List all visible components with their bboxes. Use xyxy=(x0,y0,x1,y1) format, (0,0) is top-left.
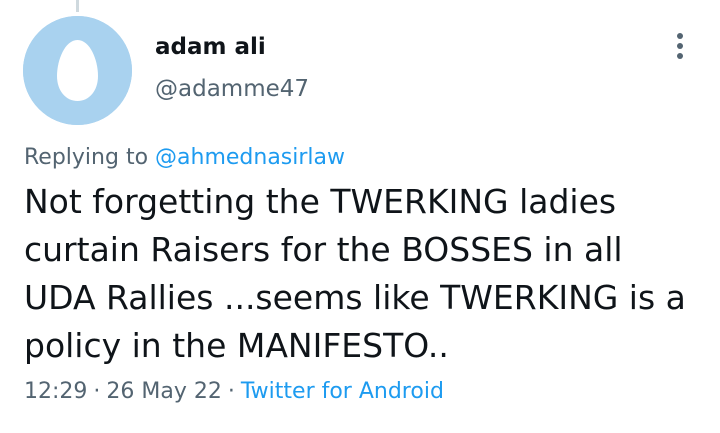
tweet-source-link[interactable]: Twitter for Android xyxy=(241,379,444,404)
tweet-time[interactable]: 12:29 xyxy=(24,379,87,404)
default-egg-avatar-icon xyxy=(23,16,132,125)
tweet-date[interactable]: 26 May 22 xyxy=(106,379,221,404)
replying-to-line: Replying to @ahmednasirlaw xyxy=(24,143,345,173)
reply-mention-link[interactable]: @ahmednasirlaw xyxy=(155,145,345,170)
thread-connector-line xyxy=(76,0,79,12)
user-handle[interactable]: @adamme47 xyxy=(155,74,309,104)
separator-dot: · xyxy=(227,379,235,404)
user-info: adam ali @adamme47 xyxy=(155,32,309,104)
replying-to-label: Replying to xyxy=(24,145,149,170)
tweet-metadata: 12:29 · 26 May 22 · Twitter for Android xyxy=(24,377,444,407)
more-vertical-icon[interactable] xyxy=(667,30,693,64)
avatar[interactable] xyxy=(23,16,132,125)
display-name[interactable]: adam ali xyxy=(155,32,309,62)
tweet-text: Not forgetting the TWERKING ladies curta… xyxy=(24,182,686,365)
separator-dot: · xyxy=(93,379,101,404)
